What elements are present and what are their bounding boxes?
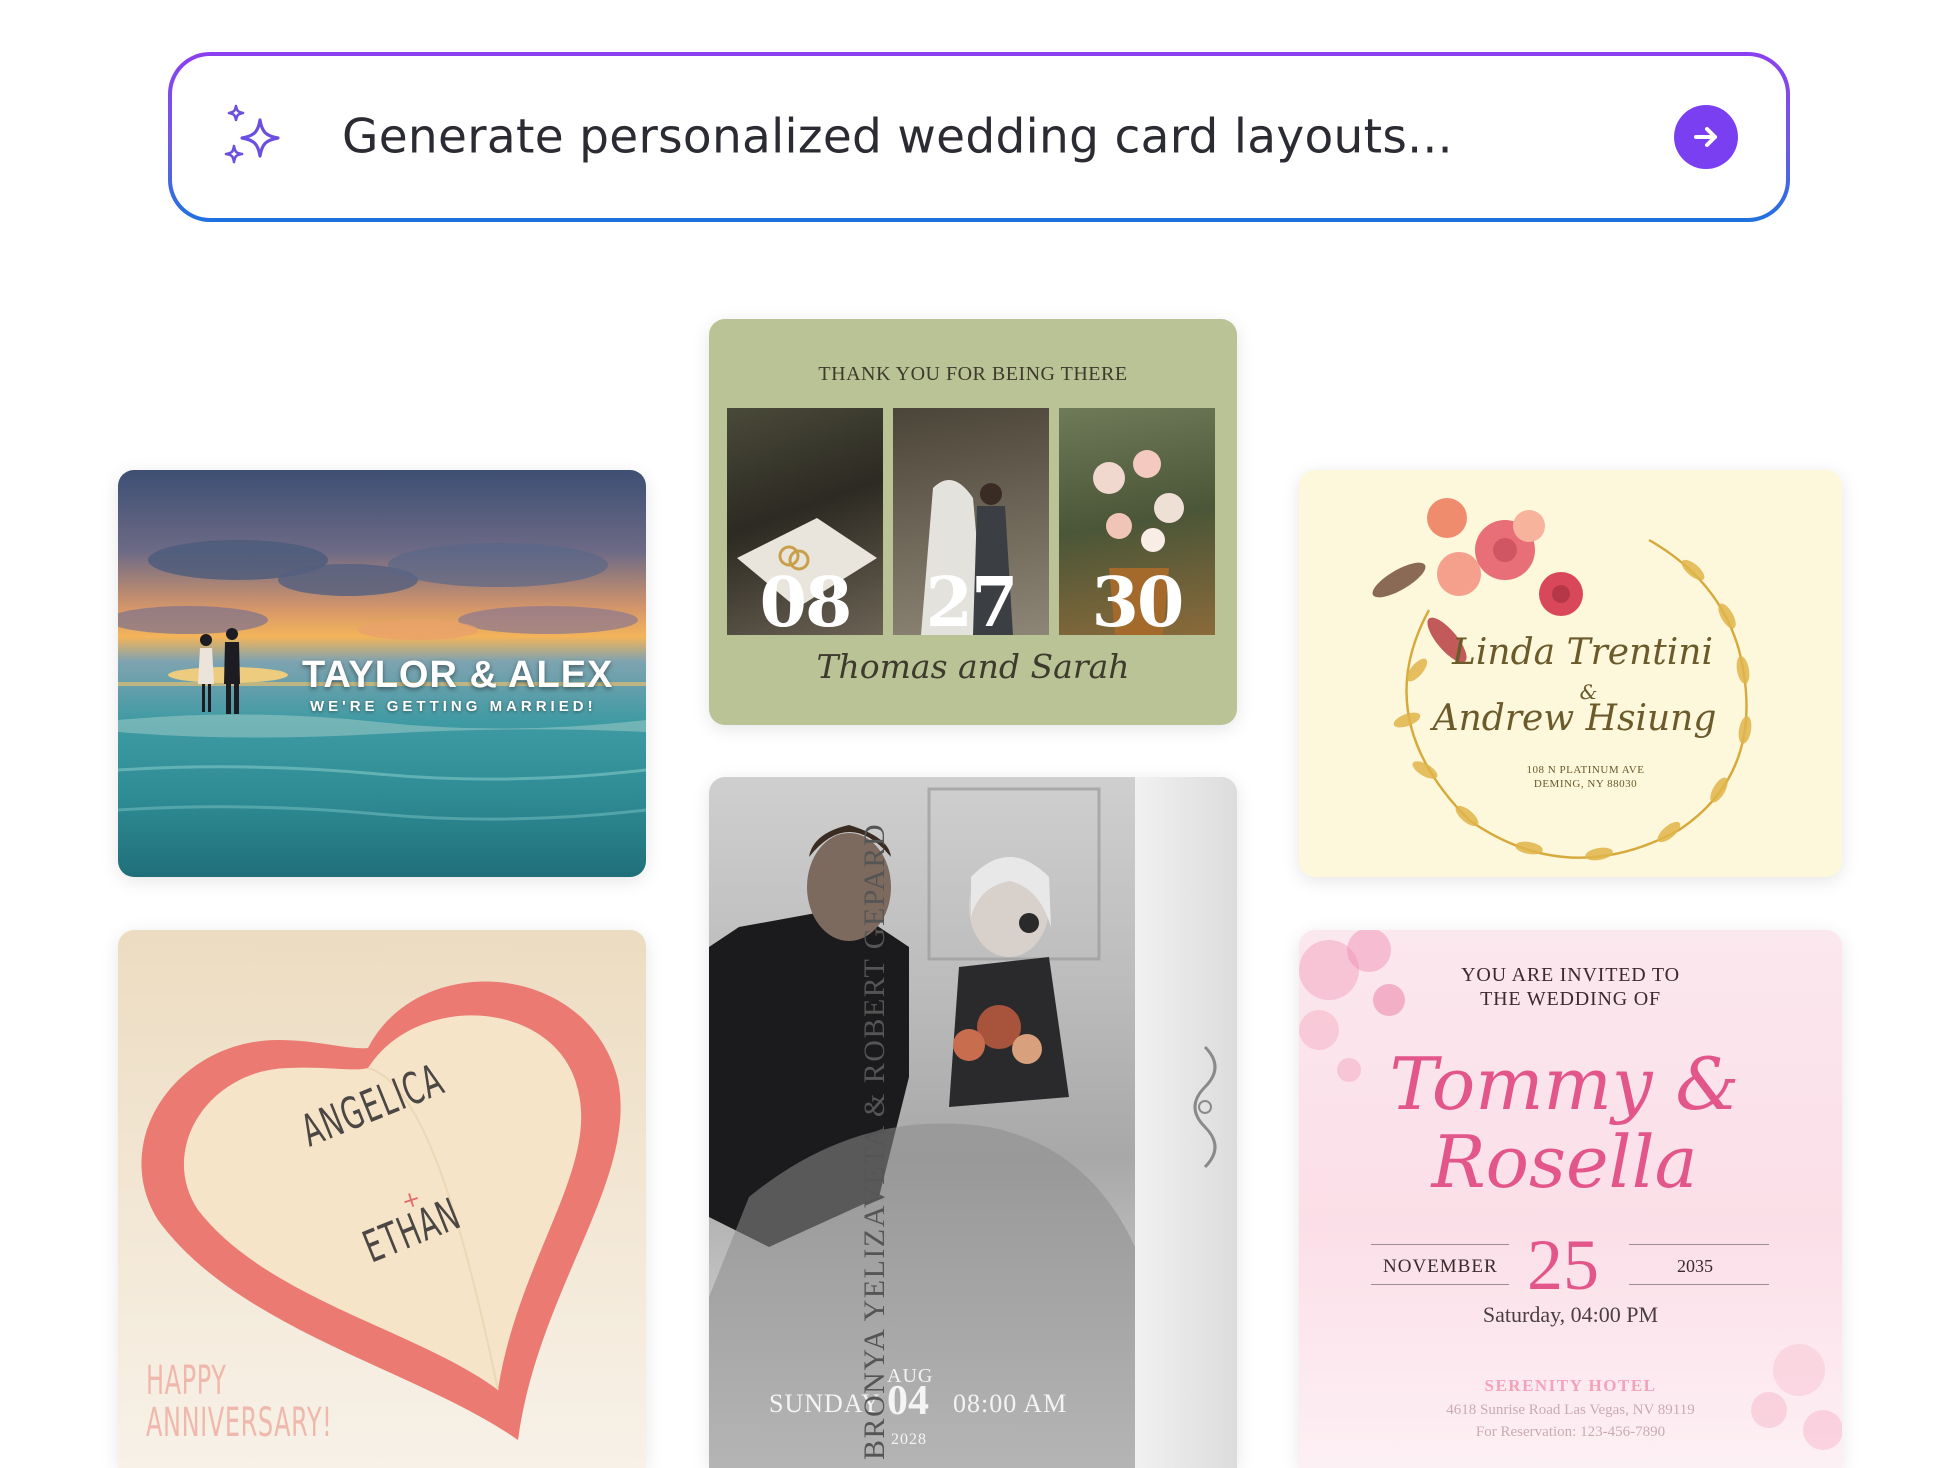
wreath-address-line-2: DEMING, NY 88030 [1533, 778, 1638, 790]
pink-names-line-2: Rosella [1431, 1120, 1698, 1204]
pink-invite-line-1: YOU ARE INVITED TO [1461, 964, 1680, 986]
heart-footer-line-2: ANNIVERSARY! [146, 1400, 333, 1446]
template-card-pink-invite[interactable]: YOU ARE INVITED TO THE WEDDING OF Tommy … [1299, 930, 1842, 1468]
floral-wreath-image [1372, 498, 1752, 861]
thank-you-heading: THANK YOU FOR BEING THERE [818, 363, 1128, 385]
arrow-right-icon [1694, 127, 1717, 147]
template-card-portrait[interactable]: AUG SUNDAY 04 08:00 AM 2028 [709, 777, 1237, 1468]
sparkle-icon [224, 104, 280, 164]
rings-pillow-photo: 08 [727, 408, 883, 635]
pink-names-line-1: Tommy & [1389, 1042, 1740, 1126]
date-number-month: 08 [759, 563, 853, 635]
portrait-side-strip [1135, 777, 1237, 1468]
prompt-text[interactable]: Generate personalized wedding card layou… [342, 110, 1453, 165]
template-card-beach[interactable]: TAYLOR & ALEX WE'RE GETTING MARRIED! [118, 470, 646, 877]
portrait-day: 04 [887, 1378, 929, 1424]
pink-divider-left-top [1371, 1244, 1509, 1245]
pink-divider-right-top [1629, 1244, 1769, 1245]
pink-year: 2035 [1677, 1256, 1713, 1276]
portrait-time: 08:00 AM [953, 1389, 1068, 1418]
pink-day: 25 [1527, 1225, 1599, 1305]
wreath-name-2: Andrew Hsiung [1432, 698, 1717, 739]
beach-card-title: TAYLOR & ALEX [302, 654, 614, 696]
wreath-name-1: Linda Trentini [1452, 632, 1713, 673]
date-number-year: 30 [1091, 563, 1185, 635]
pink-time: Saturday, 04:00 PM [1482, 1302, 1659, 1327]
beach-card-subtitle: WE'RE GETTING MARRIED! [310, 698, 597, 715]
pink-divider-left-bottom [1371, 1284, 1509, 1285]
wreath-address-line-1: 108 N PLATINUM AVE [1526, 764, 1645, 776]
template-card-floral-wreath[interactable]: Linda Trentini & Andrew Hsiung 108 N PLA… [1299, 470, 1842, 877]
template-card-thank-you[interactable]: THANK YOU FOR BEING THERE 08 27 30 Thoma… [709, 319, 1237, 725]
pink-invite-line-2: THE WEDDING OF [1480, 988, 1661, 1010]
portrait-couple-names: BRONYA YELIZAVETA & ROBERT GEPARD [858, 822, 891, 1460]
date-number-day: 27 [925, 563, 1019, 635]
pink-month: NOVEMBER [1383, 1256, 1498, 1277]
pink-venue: SERENITY HOTEL [1484, 1376, 1657, 1395]
prompt-bar: Generate personalized wedding card layou… [168, 52, 1790, 222]
portrait-year: 2028 [891, 1431, 927, 1448]
pink-reservation: For Reservation: 123-456-7890 [1475, 1424, 1666, 1440]
pink-address: 4618 Sunrise Road Las Vegas, NV 89119 [1446, 1402, 1695, 1418]
bouquet-photo: 30 [1059, 408, 1215, 635]
thank-you-names: Thomas and Sarah [816, 647, 1130, 686]
couple-photo: 27 [893, 408, 1049, 635]
template-card-heart[interactable]: ANGELICA + ETHAN HAPPY ANNIVERSARY! [118, 930, 646, 1468]
pink-divider-right-bottom [1629, 1284, 1769, 1285]
submit-button[interactable] [1674, 105, 1738, 169]
prompt-input-box[interactable]: Generate personalized wedding card layou… [172, 56, 1786, 218]
ornament-flourish-icon [1193, 1045, 1217, 1169]
heart-footer-line-1: HAPPY [146, 1358, 227, 1404]
